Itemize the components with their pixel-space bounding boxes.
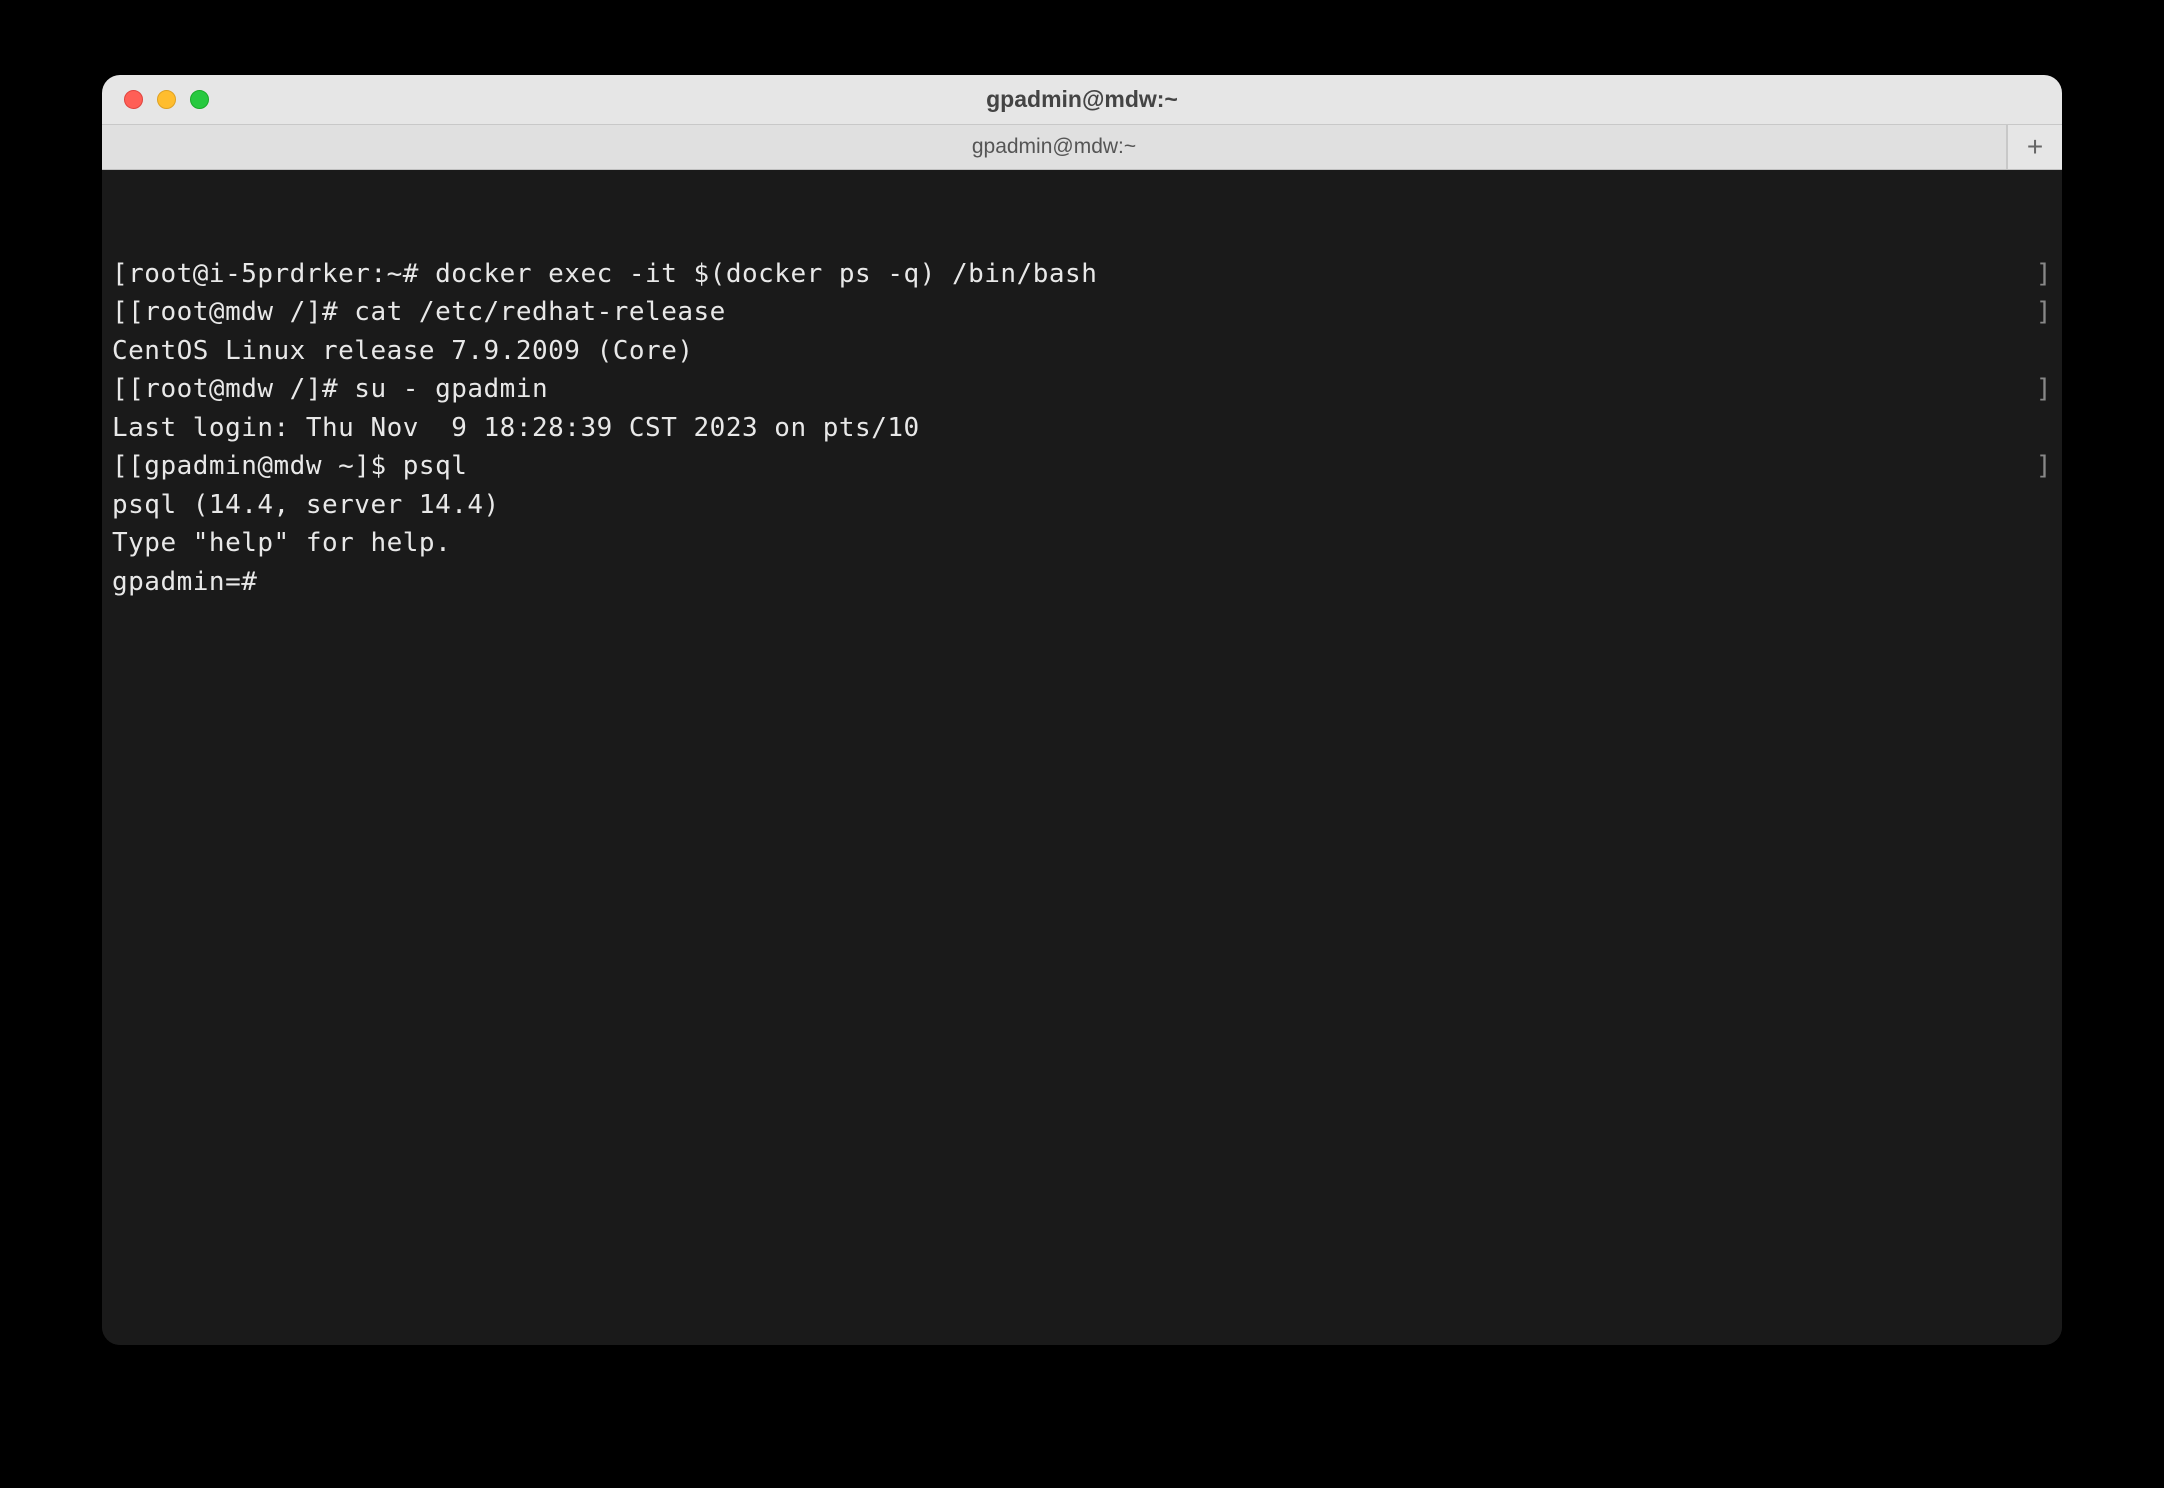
terminal-right-bracket: ] — [2036, 293, 2052, 331]
terminal-line: Last login: Thu Nov 9 18:28:39 CST 2023 … — [112, 409, 2052, 447]
terminal-right-bracket: ] — [2036, 370, 2052, 408]
terminal-text: [[gpadmin@mdw ~]$ psql — [112, 447, 467, 485]
title-bar: gpadmin@mdw:~ — [102, 75, 2062, 125]
tab-item[interactable]: gpadmin@mdw:~ — [102, 125, 2007, 169]
window-title: gpadmin@mdw:~ — [986, 86, 1178, 113]
terminal-text: psql (14.4, server 14.4) — [112, 486, 500, 524]
terminal-right-bracket: ] — [2036, 447, 2052, 485]
terminal-line: Type "help" for help. — [112, 524, 2052, 562]
terminal-text: CentOS Linux release 7.9.2009 (Core) — [112, 332, 694, 370]
tab-bar: gpadmin@mdw:~ + — [102, 125, 2062, 170]
terminal-line: [[gpadmin@mdw ~]$ psql] — [112, 447, 2052, 485]
terminal-line: [[root@mdw /]# cat /etc/redhat-release] — [112, 293, 2052, 331]
terminal-window: gpadmin@mdw:~ gpadmin@mdw:~ + [root@i-5p… — [102, 75, 2062, 1345]
terminal-line: [[root@mdw /]# su - gpadmin] — [112, 370, 2052, 408]
close-icon[interactable] — [124, 90, 143, 109]
terminal-line: [root@i-5prdrker:~# docker exec -it $(do… — [112, 255, 2052, 293]
terminal-text: [[root@mdw /]# cat /etc/redhat-release — [112, 293, 726, 331]
plus-icon: + — [2027, 131, 2043, 163]
tab-label: gpadmin@mdw:~ — [972, 135, 1136, 159]
new-tab-button[interactable]: + — [2007, 125, 2062, 169]
terminal-line: CentOS Linux release 7.9.2009 (Core) — [112, 332, 2052, 370]
traffic-lights — [102, 90, 209, 109]
terminal-right-bracket: ] — [2036, 255, 2052, 293]
minimize-icon[interactable] — [157, 90, 176, 109]
terminal-line: gpadmin=# — [112, 563, 2052, 601]
fullscreen-icon[interactable] — [190, 90, 209, 109]
terminal-content[interactable]: [root@i-5prdrker:~# docker exec -it $(do… — [102, 170, 2062, 1345]
terminal-text: Last login: Thu Nov 9 18:28:39 CST 2023 … — [112, 409, 920, 447]
terminal-line: psql (14.4, server 14.4) — [112, 486, 2052, 524]
terminal-text: Type "help" for help. — [112, 524, 451, 562]
terminal-text: [root@i-5prdrker:~# docker exec -it $(do… — [112, 255, 1097, 293]
terminal-text: [[root@mdw /]# su - gpadmin — [112, 370, 548, 408]
terminal-text: gpadmin=# — [112, 563, 257, 601]
